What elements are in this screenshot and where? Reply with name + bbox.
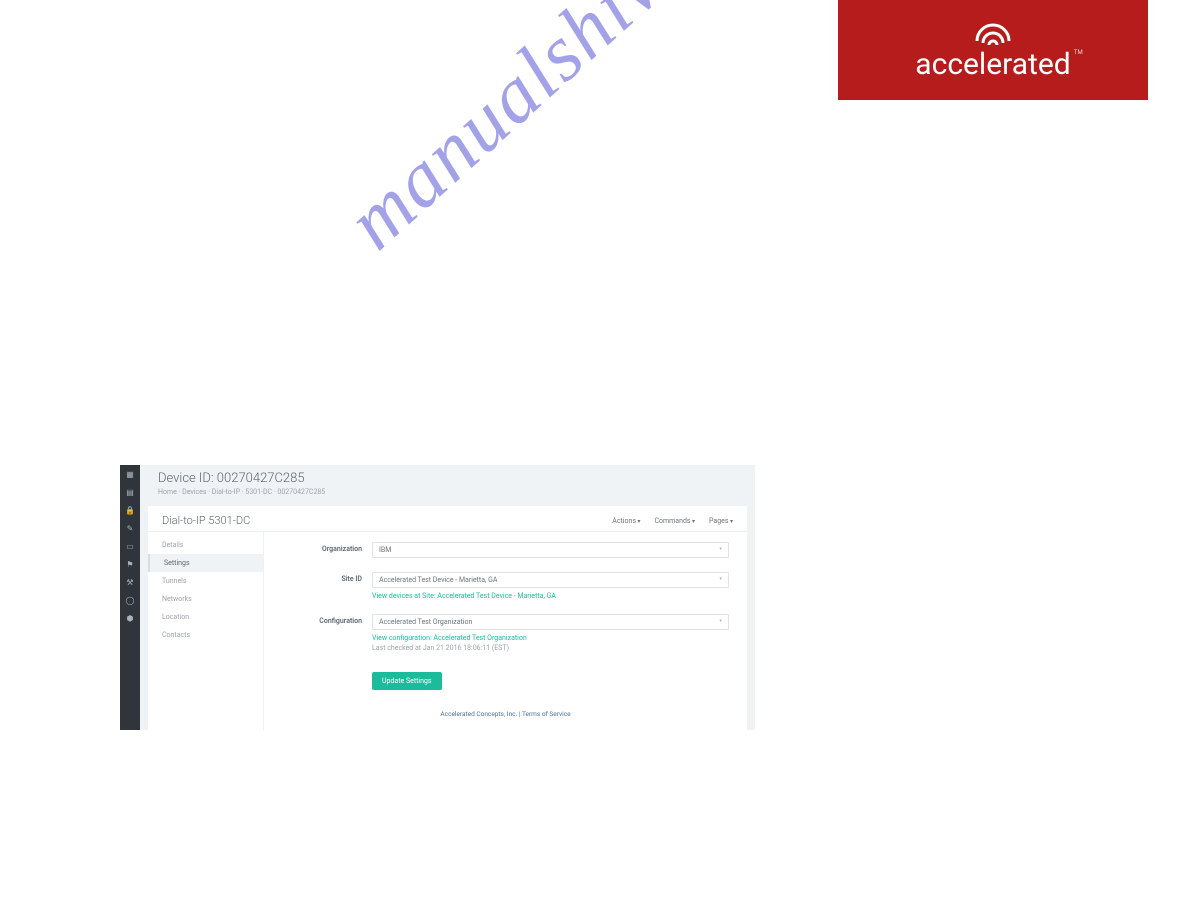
view-site-devices-link[interactable]: View devices at Site: Accelerated Test D… — [372, 592, 729, 600]
settings-tabs: Details Settings Tunnels Networks Locati… — [148, 532, 264, 730]
wifi-arc-icon — [971, 19, 1015, 45]
globe-icon[interactable]: ◯ — [125, 595, 135, 605]
panel-action-menus: Actions Commands Pages — [612, 517, 733, 525]
breadcrumb: Home · Devices · Dial-to-IP · 5301-DC · … — [158, 488, 737, 496]
grid-icon[interactable]: ▦ — [125, 469, 135, 479]
brand-logo: accelerated TM — [838, 0, 1148, 100]
nav-sidebar: ▦ ▤ 🔒 ✎ ▭ ⚑ ⚒ ◯ ⬢ — [120, 465, 140, 730]
update-settings-button[interactable]: Update Settings — [372, 672, 442, 690]
configuration-select[interactable]: Accelerated Test Organization — [372, 614, 729, 630]
chart-icon[interactable]: ⚒ — [125, 577, 135, 587]
view-configuration-link[interactable]: View configuration: Accelerated Test Org… — [372, 634, 729, 642]
last-checked-note: Last checked at Jan 21 2016 18:06:11 (ES… — [372, 644, 729, 652]
tab-location[interactable]: Location — [148, 608, 263, 626]
page-title: Device ID: 00270427C285 — [158, 471, 737, 486]
footer-links[interactable]: Accelerated Concepts, Inc. | Terms of Se… — [282, 704, 729, 720]
configuration-label: Configuration — [282, 614, 372, 652]
brand-wordmark: accelerated TM — [915, 47, 1070, 82]
device-panel: Dial-to-IP 5301-DC Actions Commands Page… — [148, 506, 747, 730]
trademark-symbol: TM — [1074, 49, 1083, 56]
actions-menu[interactable]: Actions — [612, 517, 640, 525]
tab-details[interactable]: Details — [148, 536, 263, 554]
settings-form: Organization IBM Site ID Accelerated Tes… — [264, 532, 747, 730]
document-icon[interactable]: ▭ — [125, 541, 135, 551]
lock-icon[interactable]: 🔒 — [125, 505, 135, 515]
watermark-text: manualshive.com — [330, 0, 828, 268]
tab-networks[interactable]: Networks — [148, 590, 263, 608]
site-id-label: Site ID — [282, 572, 372, 600]
site-id-select[interactable]: Accelerated Test Device - Marietta, GA — [372, 572, 729, 588]
app-screenshot: ▦ ▤ 🔒 ✎ ▭ ⚑ ⚒ ◯ ⬢ Device ID: 00270427C28… — [120, 465, 755, 730]
tab-tunnels[interactable]: Tunnels — [148, 572, 263, 590]
commands-menu[interactable]: Commands — [654, 517, 695, 525]
pages-menu[interactable]: Pages — [709, 517, 733, 525]
tab-contacts[interactable]: Contacts — [148, 626, 263, 644]
shield-icon[interactable]: ⬢ — [125, 613, 135, 623]
wrench-icon[interactable]: ✎ — [125, 523, 135, 533]
organization-label: Organization — [282, 542, 372, 558]
tab-settings[interactable]: Settings — [148, 554, 263, 572]
flag-icon[interactable]: ⚑ — [125, 559, 135, 569]
main-content: Device ID: 00270427C285 Home · Devices ·… — [140, 465, 755, 730]
organization-select[interactable]: IBM — [372, 542, 729, 558]
book-icon[interactable]: ▤ — [125, 487, 135, 497]
panel-title: Dial-to-IP 5301-DC — [162, 514, 250, 527]
